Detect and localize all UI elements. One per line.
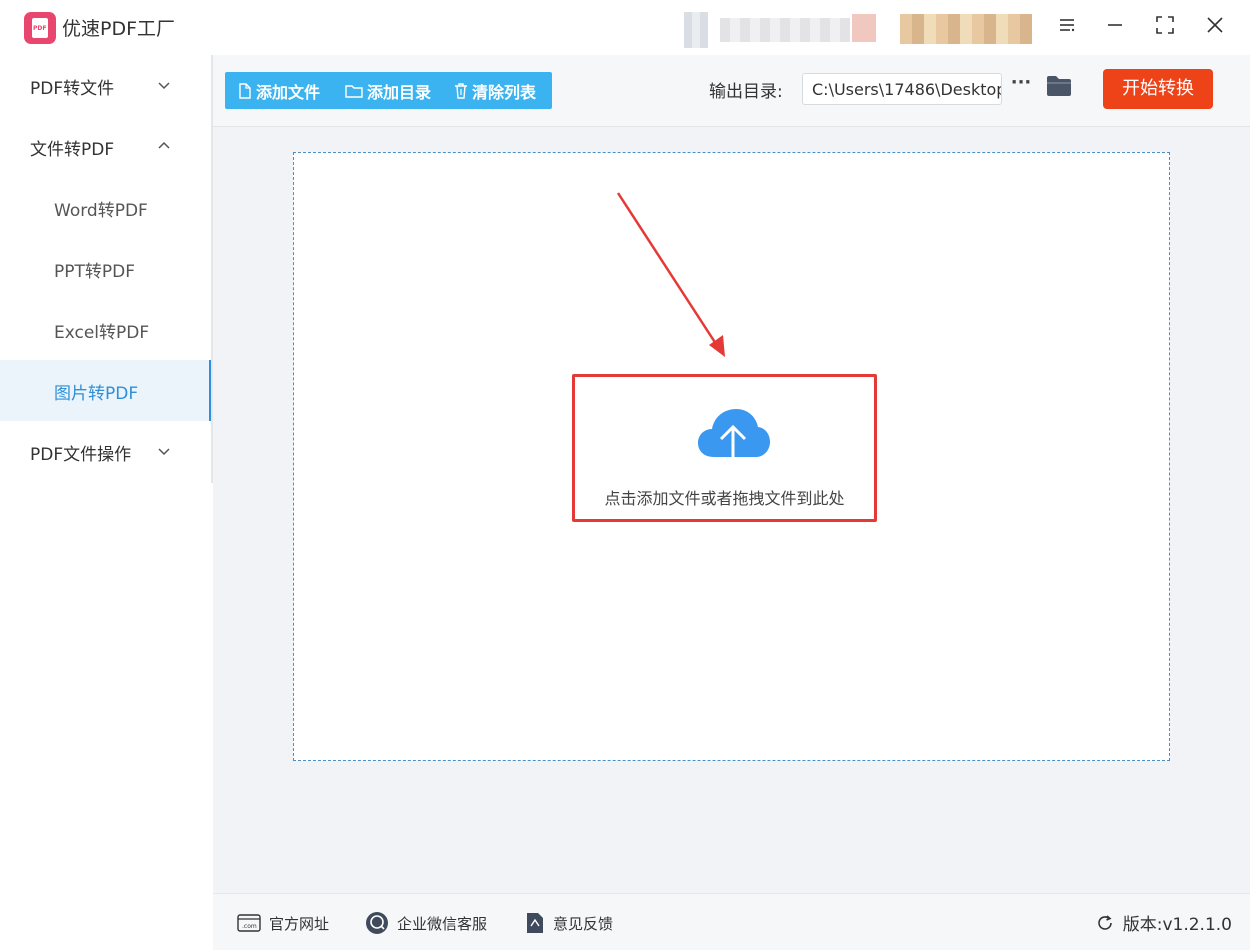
- sidebar-item-word-to-pdf[interactable]: Word转PDF: [0, 177, 212, 238]
- output-dir-field[interactable]: C:\Users\17486\Desktop: [802, 73, 1002, 105]
- output-dir-label: 输出目录:: [709, 77, 783, 102]
- maximize-icon[interactable]: [1151, 14, 1179, 42]
- app-title: 优速PDF工厂: [62, 14, 175, 41]
- wechat-service-link[interactable]: 企业微信客服: [365, 912, 487, 934]
- sidebar-item-pdf-to-file[interactable]: PDF转文件: [0, 55, 212, 116]
- sidebar-item-excel-to-pdf[interactable]: Excel转PDF: [0, 299, 212, 360]
- folder-outline-icon: [345, 83, 363, 99]
- file-drop-zone[interactable]: 点击添加文件或者拖拽文件到此处: [293, 152, 1170, 761]
- browse-more-button[interactable]: ···: [1010, 77, 1032, 97]
- title-bar: PDF 优速PDF工厂: [0, 0, 1250, 55]
- cloud-upload-icon: [696, 407, 771, 477]
- menu-icon[interactable]: [1053, 14, 1081, 42]
- trash-icon: [454, 83, 468, 99]
- toolbar: 添加文件 添加目录 清除列表 输出目录: C:\Users\17486\Desk…: [213, 55, 1250, 127]
- minimize-icon[interactable]: [1101, 14, 1129, 42]
- start-convert-button[interactable]: 开始转换: [1103, 69, 1213, 109]
- version-info[interactable]: 版本:v1.2.1.0: [1095, 910, 1232, 935]
- sidebar-empty-area: [0, 485, 212, 950]
- upload-hint-text: 点击添加文件或者拖拽文件到此处: [575, 485, 874, 509]
- blurred-region: [720, 18, 850, 42]
- chevron-down-icon: [158, 445, 170, 457]
- close-icon[interactable]: [1201, 14, 1229, 42]
- sidebar-item-label: 图片转PDF: [54, 379, 138, 404]
- svg-text:.com: .com: [242, 923, 257, 930]
- sidebar-item-label: Excel转PDF: [54, 318, 149, 343]
- sidebar-item-pdf-operations[interactable]: PDF文件操作: [0, 421, 212, 482]
- add-folder-label: 添加目录: [367, 79, 431, 103]
- clear-list-button[interactable]: 清除列表: [454, 81, 536, 101]
- feedback-label: 意见反馈: [553, 913, 613, 934]
- sidebar-item-image-to-pdf[interactable]: 图片转PDF: [0, 360, 212, 421]
- wechat-service-label: 企业微信客服: [397, 913, 487, 934]
- file-button-group: 添加文件 添加目录 清除列表: [225, 72, 552, 109]
- upload-area[interactable]: 点击添加文件或者拖拽文件到此处: [572, 374, 877, 522]
- sidebar-item-label: 文件转PDF: [30, 135, 114, 160]
- chevron-up-icon: [158, 140, 170, 152]
- feedback-link[interactable]: 意见反馈: [525, 912, 613, 934]
- sidebar-item-file-to-pdf[interactable]: 文件转PDF: [0, 116, 212, 177]
- sidebar-item-label: PPT转PDF: [54, 257, 135, 282]
- refresh-icon: [1095, 913, 1115, 933]
- blurred-region: [684, 12, 708, 48]
- sidebar-item-label: PDF文件操作: [30, 440, 131, 465]
- main-panel: 添加文件 添加目录 清除列表 输出目录: C:\Users\17486\Desk…: [213, 55, 1250, 893]
- add-file-label: 添加文件: [256, 79, 320, 103]
- chevron-down-icon: [158, 79, 170, 91]
- file-icon: [238, 83, 252, 99]
- app-logo-icon: PDF: [24, 12, 56, 44]
- website-label: 官方网址: [269, 913, 329, 934]
- footer: .com 官方网址 企业微信客服 意见反馈 版本:v1.2.1.0: [213, 893, 1250, 950]
- sidebar-item-label: Word转PDF: [54, 196, 148, 221]
- logo-text: PDF: [33, 25, 46, 32]
- open-folder-icon[interactable]: [1046, 75, 1072, 97]
- clear-list-label: 清除列表: [472, 79, 536, 103]
- website-icon: .com: [237, 913, 261, 933]
- sidebar-item-ppt-to-pdf[interactable]: PPT转PDF: [0, 238, 212, 299]
- version-label: 版本:v1.2.1.0: [1123, 910, 1232, 935]
- sidebar: PDF转文件 文件转PDF Word转PDF PPT转PDF Excel转PDF…: [0, 55, 212, 485]
- add-folder-button[interactable]: 添加目录: [345, 81, 431, 101]
- chat-icon: [365, 911, 389, 935]
- website-link[interactable]: .com 官方网址: [237, 912, 329, 934]
- feedback-icon: [525, 912, 545, 934]
- add-file-button[interactable]: 添加文件: [238, 81, 320, 101]
- blurred-region: [900, 14, 1032, 44]
- sidebar-item-label: PDF转文件: [30, 74, 114, 99]
- blurred-region: [852, 14, 876, 42]
